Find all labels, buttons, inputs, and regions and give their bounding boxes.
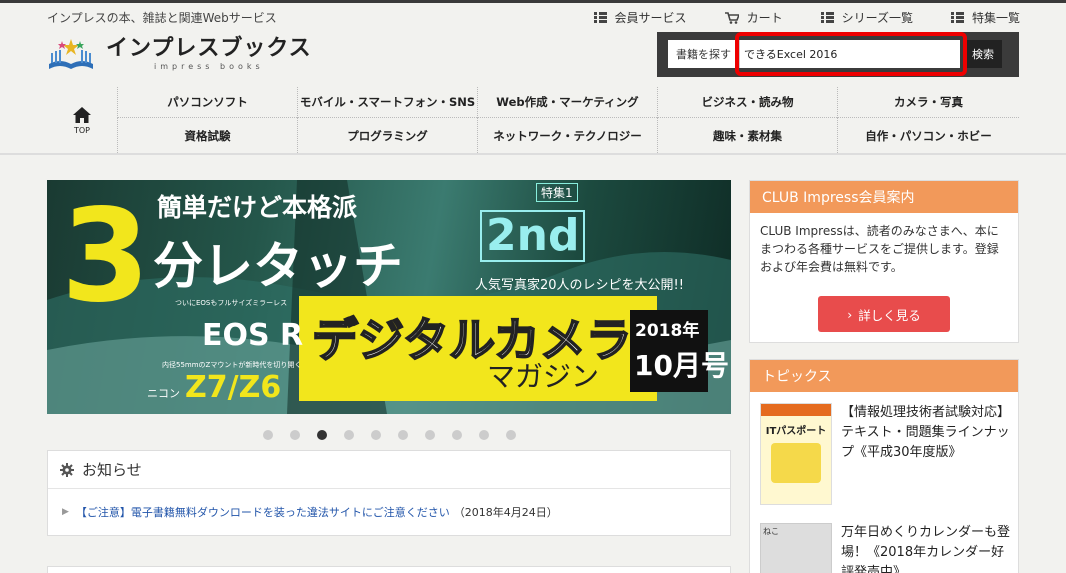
list-icon: [950, 12, 964, 23]
banner-small-text-2: 内径55mmのZマウントが新時代を切り開く: [162, 361, 302, 369]
topic-item[interactable]: ITパスポート 【情報処理技術者試験対応】テキスト・問題集ラインナップ《平成30…: [760, 403, 1011, 505]
club-description: CLUB Impressは、読者のみなさまへ、本にまつわる各種サービスをご提供し…: [760, 224, 999, 274]
nav-programming[interactable]: プログラミング: [297, 118, 477, 153]
topic-text[interactable]: 万年日めくりカレンダーも登場！《2018年カレンダー好評発売中》: [841, 523, 1011, 573]
member-service-label: 会員サービス: [614, 11, 687, 25]
cart-icon: [724, 11, 739, 24]
topics-title: トピックス: [750, 360, 1018, 392]
feature-list-label: 特集一覧: [971, 11, 1020, 25]
list-icon: [593, 12, 607, 23]
nav-top-label: TOP: [73, 125, 90, 135]
banner-special-tag: 特集1: [536, 183, 578, 202]
top-links: 会員サービス カート シリーズ一覧 特集一覧: [556, 9, 1020, 26]
topics-card: トピックス ITパスポート 【情報処理技術者試験対応】テキスト・問題集ラインナッ…: [749, 359, 1019, 573]
notice-panel: お知らせ ▶ 【ご注意】電子書籍無料ダウンロードを装った違法サイトにご注意くださ…: [47, 450, 731, 536]
banner-headline: 簡単だけど本格派: [157, 193, 358, 222]
nav-camera[interactable]: カメラ・写真: [837, 87, 1019, 118]
nav-divider: [0, 153, 1066, 155]
carousel-dot[interactable]: [290, 430, 300, 440]
impress-books-logo-icon: [49, 39, 93, 69]
topic-calendar-image: ねこ: [760, 523, 832, 573]
topic-item[interactable]: ねこ 万年日めくりカレンダーも登場！《2018年カレンダー好評発売中》: [760, 523, 1011, 573]
banner-year: 2018年: [635, 321, 700, 341]
banner-eos: EOS R: [202, 318, 304, 353]
logo-english-text: impress books: [154, 62, 264, 71]
series-list-link[interactable]: シリーズ一覧: [820, 9, 913, 26]
list-icon: [820, 12, 834, 23]
home-icon: [73, 106, 91, 123]
notice-item: ▶ 【ご注意】電子書籍無料ダウンロードを装った違法サイトにご注意ください （20…: [48, 489, 730, 535]
banner-magazine-sub: マガジン: [487, 360, 600, 393]
hero-banner[interactable]: 簡単だけど本格派 特集1 3 分レタッチ 2nd 人気写真家20人のレシピを大公…: [47, 180, 731, 414]
site-logo[interactable]: インプレスブックス impress books: [46, 36, 312, 72]
feature-list-link[interactable]: 特集一覧: [950, 9, 1020, 26]
carousel-dot[interactable]: [479, 430, 489, 440]
next-panel: [47, 566, 731, 573]
search-button[interactable]: 検索: [964, 40, 1002, 68]
topic-text[interactable]: 【情報処理技術者試験対応】テキスト・問題集ラインナップ《平成30年度版》: [841, 403, 1011, 505]
search-category-label[interactable]: 書籍を探す: [668, 40, 740, 68]
club-button-label: 詳しく見る: [858, 307, 921, 323]
banner-issue: 10月号: [634, 349, 729, 382]
carousel-dot[interactable]: [425, 430, 435, 440]
series-list-label: シリーズ一覧: [841, 11, 913, 25]
nav-certification[interactable]: 資格試験: [117, 118, 297, 153]
banner-nikon: ニコン: [147, 387, 180, 400]
nav-network[interactable]: ネットワーク・テクノロジー: [477, 118, 657, 153]
topic-cover-title: ねこ: [763, 527, 779, 536]
nav-business[interactable]: ビジネス・読み物: [657, 87, 837, 118]
carousel-dot[interactable]: [452, 430, 462, 440]
nav-diy-pc[interactable]: 自作・パソコン・ホビー: [837, 118, 1019, 153]
topic-book-cover: ITパスポート: [760, 403, 832, 505]
banner-small-text-1: ついにEOSもフルサイズミラーレス: [175, 299, 288, 307]
carousel-dot[interactable]: [344, 430, 354, 440]
club-impress-card: CLUB Impress会員案内 CLUB Impressは、読者のみなさまへ、…: [749, 180, 1019, 343]
nav-pc-software[interactable]: パソコンソフト: [117, 87, 297, 118]
notice-date: （2018年4月24日）: [453, 506, 558, 519]
carousel-dot[interactable]: [371, 430, 381, 440]
notice-title: お知らせ: [82, 461, 142, 479]
member-service-link[interactable]: 会員サービス: [593, 9, 687, 26]
site-tagline: インプレスの本、雑誌と関連Webサービス: [47, 11, 277, 25]
banner-2nd-tag: 2nd: [480, 210, 586, 262]
category-nav: TOP パソコンソフト モバイル・スマートフォン・SNS Web作成・マーケティ…: [47, 87, 1019, 153]
topic-cover-title: ITパスポート: [765, 426, 827, 437]
search-input[interactable]: [740, 40, 960, 68]
carousel-dots: [263, 430, 516, 440]
club-details-button[interactable]: › 詳しく見る: [818, 296, 950, 332]
nav-top-link[interactable]: TOP: [47, 87, 117, 153]
carousel-dot[interactable]: [506, 430, 516, 440]
gear-icon: [60, 462, 74, 477]
banner-subtitle: 人気写真家20人のレシピを大公開!!: [475, 278, 684, 293]
cart-link[interactable]: カート: [724, 9, 783, 26]
search-bar: 書籍を探す 検索: [657, 32, 1019, 77]
carousel-dot[interactable]: [263, 430, 273, 440]
top-border: [0, 0, 1066, 3]
nav-web-marketing[interactable]: Web作成・マーケティング: [477, 87, 657, 118]
notice-link[interactable]: 【ご注意】電子書籍無料ダウンロードを装った違法サイトにご注意ください: [76, 504, 450, 520]
banner-z: Z7/Z6: [185, 370, 282, 405]
nav-mobile-sns[interactable]: モバイル・スマートフォン・SNS: [297, 87, 477, 118]
banner-big-number: 3: [61, 182, 151, 331]
logo-japanese-text: インプレスブックス: [106, 36, 312, 61]
carousel-dot[interactable]: [398, 430, 408, 440]
banner-title: 分レタッチ: [153, 237, 403, 295]
carousel-dot-active[interactable]: [317, 430, 327, 440]
cart-label: カート: [746, 11, 783, 25]
club-title: CLUB Impress会員案内: [750, 181, 1018, 213]
chevron-right-icon: ▶: [62, 507, 69, 517]
nav-hobby-materials[interactable]: 趣味・素材集: [657, 118, 837, 153]
chevron-right-icon: ›: [847, 306, 853, 322]
